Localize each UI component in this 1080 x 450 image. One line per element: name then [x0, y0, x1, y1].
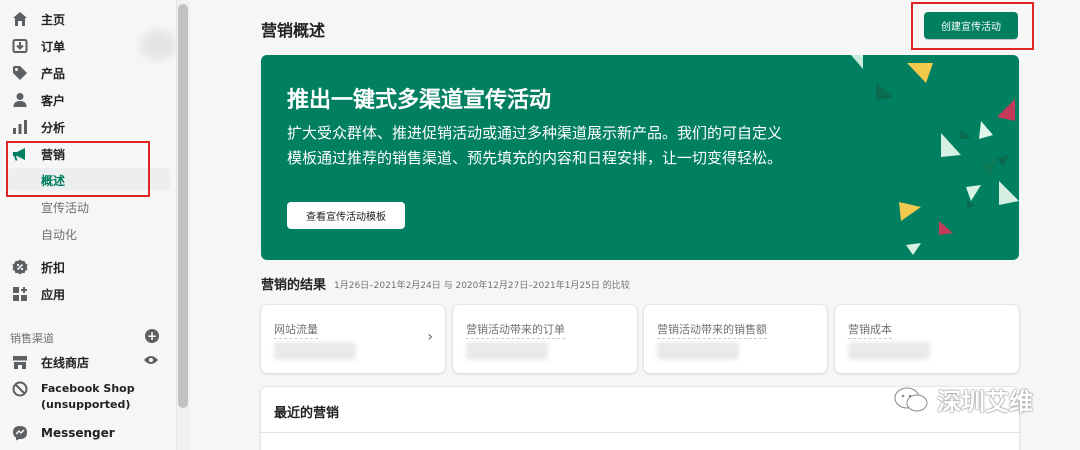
- sidebar: 主页 订单 产品 客户 分析 营销 概述 宣传活动 自动化 折扣 应用 销售渠道…: [0, 0, 176, 450]
- sidebar-item-label: 折扣: [41, 260, 66, 275]
- highlight-box-create: [911, 2, 1034, 50]
- sidebar-scrollbar-thumb[interactable]: [178, 4, 188, 408]
- watermark-text: 深圳艾维: [937, 388, 1033, 416]
- sidebar-item-customers[interactable]: 客户: [12, 90, 65, 110]
- sales-channels-label: 销售渠道: [10, 332, 54, 345]
- banner-title: 推出一键式多渠道宣传活动: [287, 88, 552, 113]
- metric-card-orders[interactable]: 营销活动带来的订单: [453, 305, 637, 373]
- metric-value-blurred: [848, 342, 930, 360]
- metric-card-cost[interactable]: 营销成本: [835, 305, 1019, 373]
- sidebar-item-label: 应用: [41, 287, 66, 302]
- tag-icon: [12, 65, 28, 81]
- bar-chart-icon: [12, 119, 28, 135]
- sidebar-item-label: Facebook Shop (unsupported): [41, 382, 135, 411]
- metric-card-site-traffic[interactable]: 网站流量 ›: [261, 305, 445, 373]
- divider: [261, 432, 1019, 433]
- sidebar-channel-facebook-shop[interactable]: Facebook Shop (unsupported): [12, 381, 135, 415]
- metric-value-blurred: [657, 342, 739, 360]
- promo-banner: 推出一键式多渠道宣传活动 扩大受众群体、推进促销活动或通过多种渠道展示新产品。我…: [261, 55, 1019, 260]
- sidebar-item-label: 产品: [41, 66, 66, 81]
- results-title: 营销的结果: [261, 278, 327, 293]
- metric-label: 营销成本: [848, 321, 892, 339]
- results-date-range: 1月26日–2021年2月24日 与 2020年12月27日–2021年1月25…: [334, 281, 630, 291]
- person-icon: [12, 92, 28, 108]
- sidebar-item-label: 主页: [41, 12, 66, 27]
- highlight-box-marketing: [6, 141, 150, 197]
- sidebar-item-label: 在线商店: [41, 355, 90, 370]
- eye-icon[interactable]: [144, 354, 158, 368]
- discount-icon: [12, 259, 28, 275]
- orders-icon: [12, 38, 28, 54]
- watermark: 深圳艾维: [893, 382, 1033, 417]
- sidebar-item-home[interactable]: 主页: [12, 9, 65, 29]
- sidebar-item-label: 订单: [41, 39, 66, 54]
- apps-icon: [12, 286, 28, 302]
- blurred-region: [140, 30, 176, 60]
- sidebar-item-label: 分析: [41, 120, 66, 135]
- metric-label: 营销活动带来的订单: [466, 321, 565, 339]
- blocked-icon: [12, 381, 28, 397]
- metric-label: 网站流量: [274, 321, 318, 339]
- sidebar-item-apps[interactable]: 应用: [12, 284, 65, 304]
- metric-value-blurred: [274, 342, 356, 360]
- chevron-right-icon[interactable]: ›: [427, 329, 433, 345]
- sidebar-channel-online-store[interactable]: 在线商店: [12, 352, 89, 372]
- metric-card-sales[interactable]: 营销活动带来的销售额: [644, 305, 827, 373]
- sidebar-subitem-automation[interactable]: 自动化: [41, 226, 77, 243]
- sidebar-item-label: Messenger: [41, 426, 115, 440]
- sidebar-channel-messenger[interactable]: Messenger: [12, 423, 115, 443]
- add-channel-plus-icon[interactable]: +: [145, 329, 159, 343]
- wechat-icon: [894, 387, 928, 411]
- sidebar-item-discounts[interactable]: 折扣: [12, 257, 65, 277]
- metric-value-blurred: [466, 342, 548, 360]
- view-templates-button[interactable]: 查看宣传活动模板: [287, 202, 405, 229]
- banner-description: 扩大受众群体、推进促销活动或通过多种渠道展示新产品。我们的可自定义模板通过推荐的…: [287, 124, 783, 167]
- sidebar-item-label: 客户: [41, 93, 66, 108]
- messenger-icon: [12, 425, 28, 441]
- sidebar-item-orders[interactable]: 订单: [12, 36, 65, 56]
- home-icon: [12, 11, 28, 27]
- sidebar-item-products[interactable]: 产品: [12, 63, 65, 83]
- sidebar-item-analytics[interactable]: 分析: [12, 117, 65, 137]
- recent-marketing-title: 最近的营销: [274, 406, 340, 421]
- store-icon: [12, 354, 28, 370]
- page-title: 营销概述: [261, 21, 326, 40]
- decorative-triangles: [851, 55, 1019, 255]
- metric-label: 营销活动带来的销售额: [657, 321, 767, 339]
- sidebar-subitem-campaigns[interactable]: 宣传活动: [41, 199, 89, 216]
